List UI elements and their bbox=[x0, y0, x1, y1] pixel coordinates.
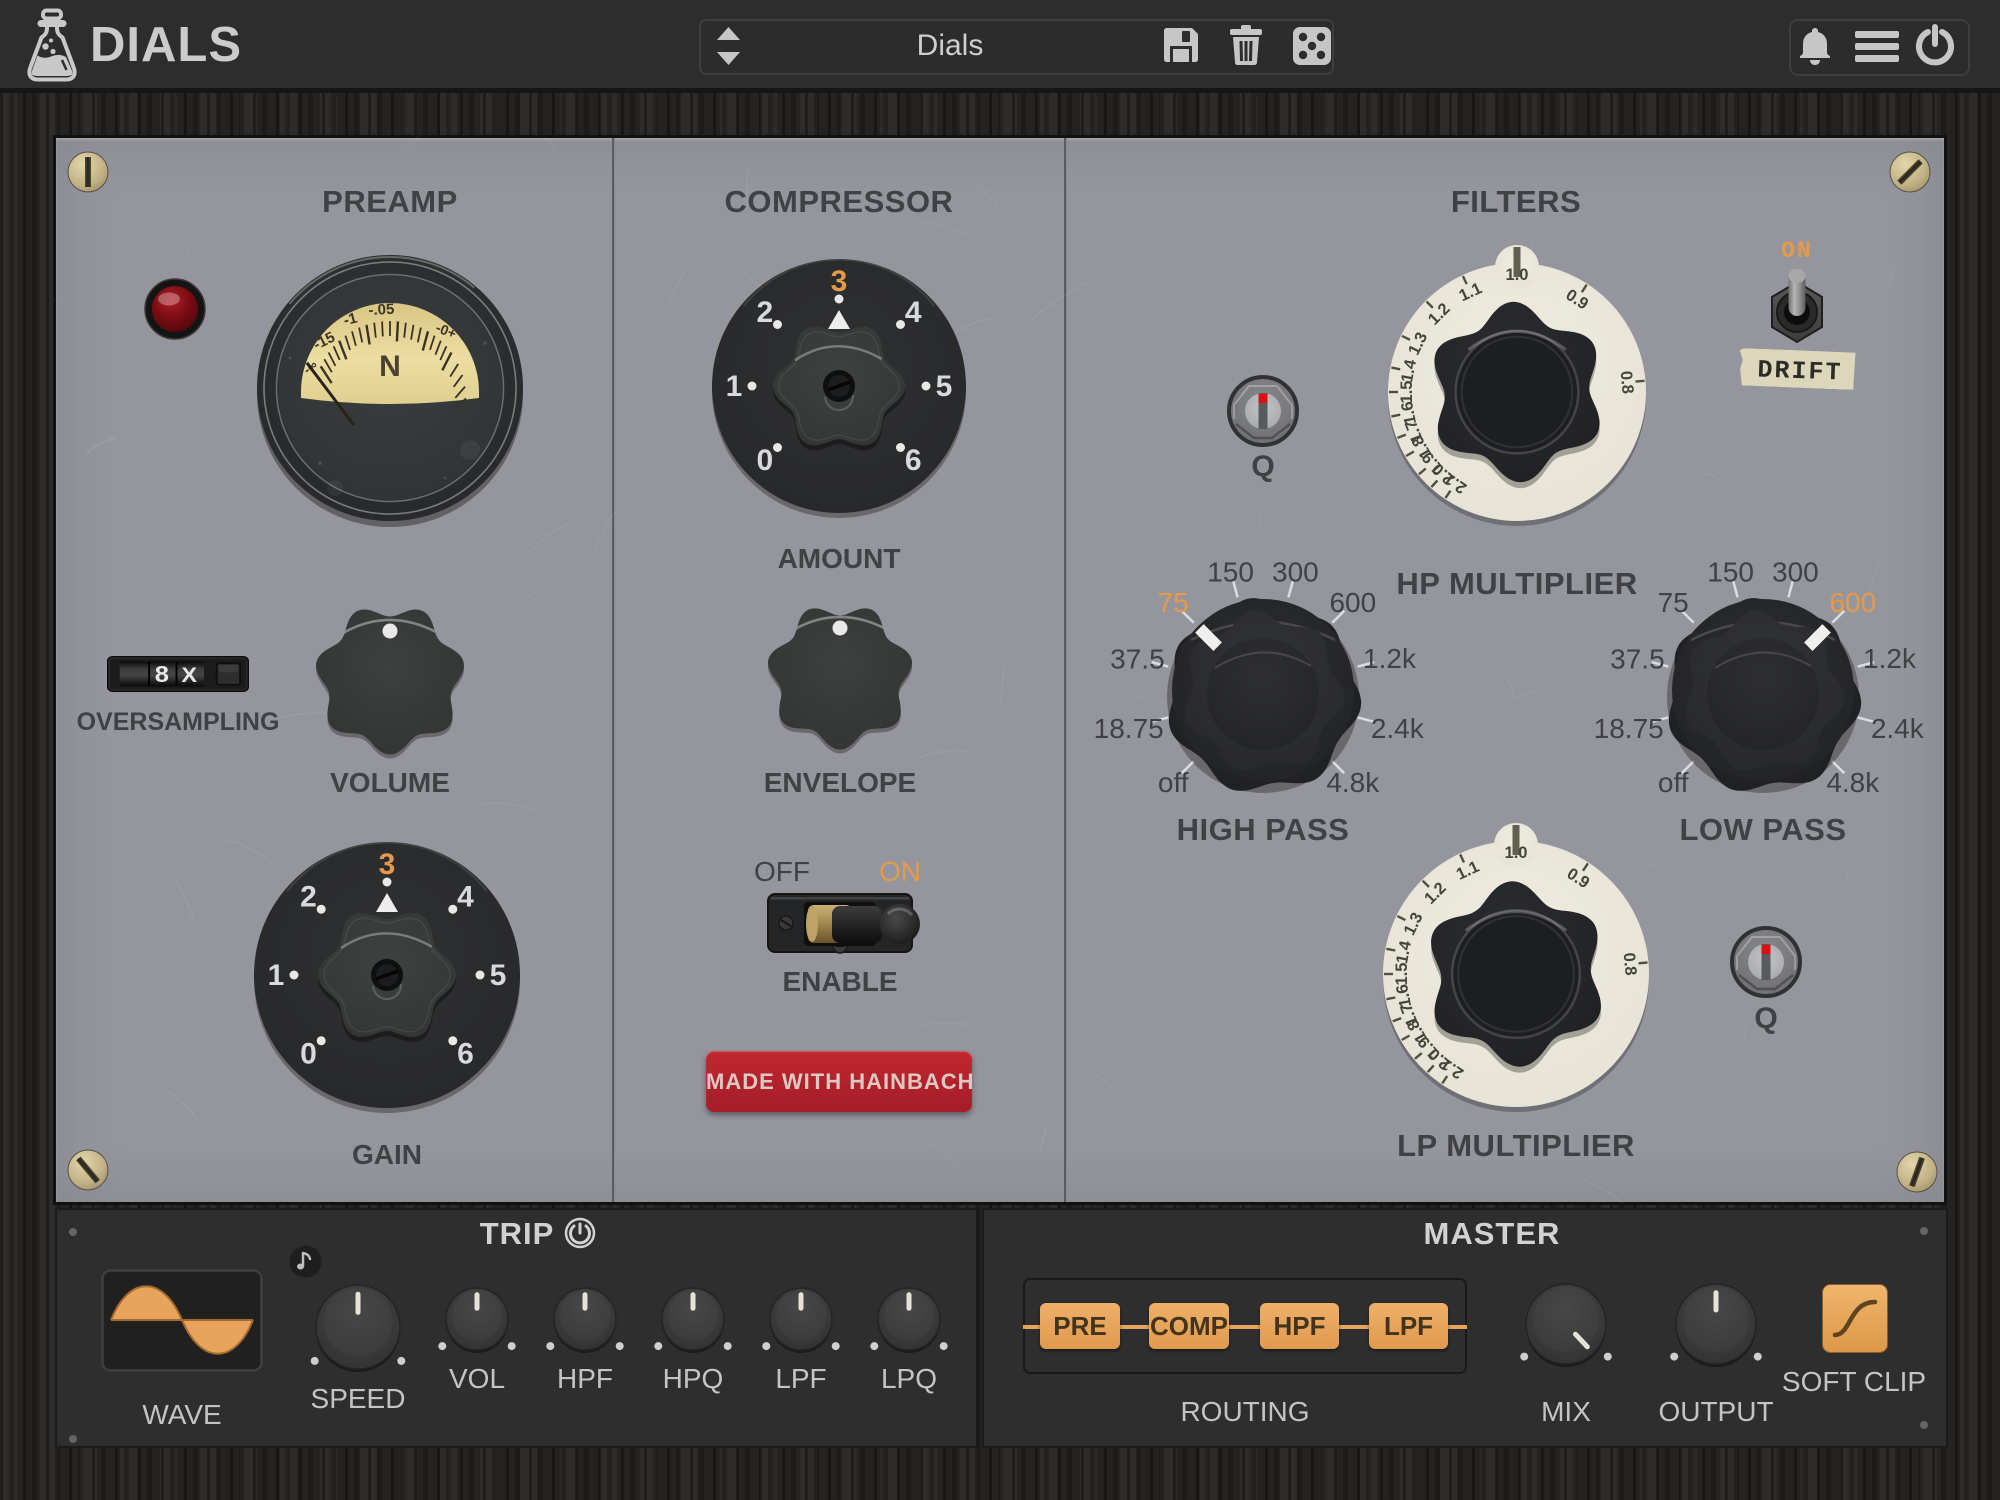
svg-text:4.8k: 4.8k bbox=[1826, 767, 1880, 798]
svg-text:3: 3 bbox=[379, 848, 396, 881]
svg-text:DRIFT: DRIFT bbox=[1757, 356, 1843, 388]
svg-text:150: 150 bbox=[1707, 556, 1754, 587]
svg-text:18.75: 18.75 bbox=[1094, 713, 1164, 744]
svg-text:2: 2 bbox=[300, 881, 317, 914]
svg-text:0: 0 bbox=[300, 1038, 317, 1071]
svg-text:6: 6 bbox=[905, 444, 922, 477]
svg-text:3: 3 bbox=[831, 265, 848, 298]
svg-text:8: 8 bbox=[155, 662, 169, 688]
svg-text:5: 5 bbox=[490, 959, 507, 992]
svg-text:4.8k: 4.8k bbox=[1326, 767, 1380, 798]
svg-text:1.2k: 1.2k bbox=[1363, 643, 1417, 674]
svg-text:5: 5 bbox=[936, 370, 953, 403]
svg-text:off: off bbox=[1158, 767, 1189, 798]
svg-text:1.5: 1.5 bbox=[1398, 381, 1416, 404]
svg-text:37.5: 37.5 bbox=[1610, 643, 1665, 674]
svg-text:4: 4 bbox=[457, 881, 474, 914]
svg-text:18.75: 18.75 bbox=[1594, 713, 1664, 744]
svg-text:X: X bbox=[181, 663, 197, 687]
svg-text:-.05: -.05 bbox=[368, 301, 395, 319]
svg-text:300: 300 bbox=[1272, 556, 1319, 587]
svg-text:0: 0 bbox=[756, 444, 773, 477]
svg-text:600: 600 bbox=[1829, 587, 1876, 618]
svg-text:75: 75 bbox=[1158, 587, 1189, 618]
svg-text:1.0: 1.0 bbox=[1506, 266, 1529, 284]
svg-text:1.0: 1.0 bbox=[1505, 844, 1528, 862]
svg-text:2: 2 bbox=[756, 296, 773, 329]
svg-text:1.5: 1.5 bbox=[1393, 963, 1411, 986]
svg-text:6: 6 bbox=[457, 1038, 474, 1071]
svg-text:0.8: 0.8 bbox=[1620, 952, 1640, 976]
svg-text:1.2k: 1.2k bbox=[1863, 643, 1917, 674]
svg-text:1: 1 bbox=[726, 370, 743, 403]
svg-text:2.4k: 2.4k bbox=[1871, 713, 1925, 744]
svg-text:37.5: 37.5 bbox=[1110, 643, 1165, 674]
svg-text:150: 150 bbox=[1207, 556, 1254, 587]
svg-text:off: off bbox=[1658, 767, 1689, 798]
svg-text:N: N bbox=[379, 350, 401, 383]
svg-text:2.4k: 2.4k bbox=[1371, 713, 1425, 744]
svg-text:1: 1 bbox=[268, 959, 285, 992]
svg-text:0.8: 0.8 bbox=[1617, 370, 1637, 394]
svg-text:4: 4 bbox=[905, 296, 922, 329]
svg-text:300: 300 bbox=[1772, 556, 1819, 587]
